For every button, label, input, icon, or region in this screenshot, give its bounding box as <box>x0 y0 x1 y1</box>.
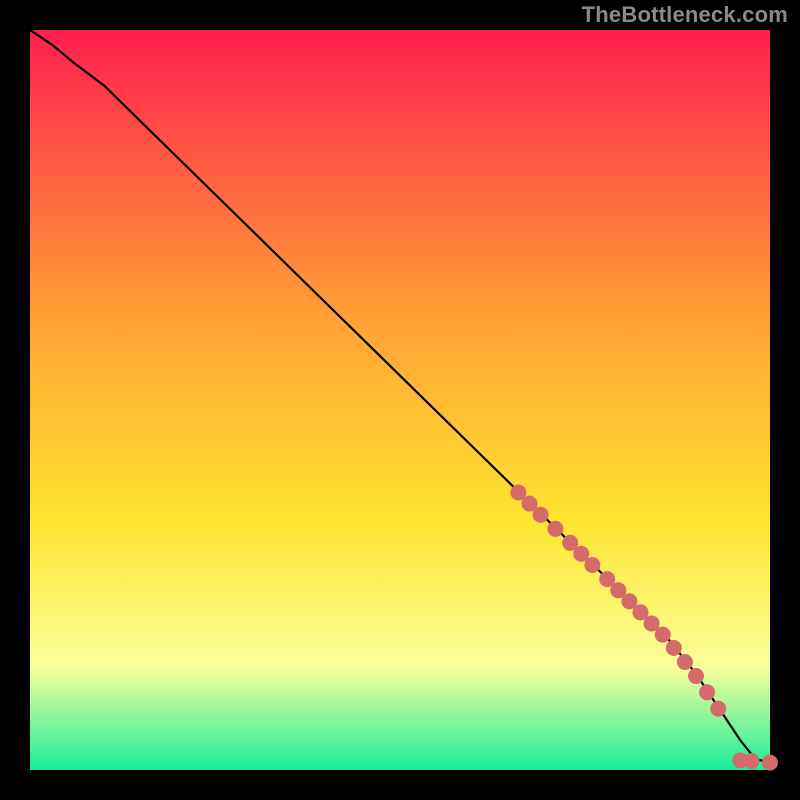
data-marker <box>611 583 626 598</box>
watermark-text: TheBottleneck.com <box>582 2 788 28</box>
data-marker <box>533 507 548 522</box>
data-marker <box>666 640 681 655</box>
data-marker <box>563 535 578 550</box>
data-marker <box>585 558 600 573</box>
data-marker <box>644 616 659 631</box>
data-marker <box>689 669 704 684</box>
plot-background <box>30 30 770 770</box>
data-marker <box>711 701 726 716</box>
data-marker <box>677 655 692 670</box>
data-marker <box>522 496 537 511</box>
data-marker <box>622 594 637 609</box>
data-marker <box>700 685 715 700</box>
data-marker <box>763 755 778 770</box>
chart-svg <box>0 0 800 800</box>
chart-frame: { "watermark": "TheBottleneck.com", "col… <box>0 0 800 800</box>
data-marker <box>600 572 615 587</box>
data-marker <box>574 546 589 561</box>
data-marker <box>655 627 670 642</box>
data-marker <box>548 521 563 536</box>
data-marker <box>633 605 648 620</box>
data-marker <box>511 485 526 500</box>
data-marker <box>744 754 759 769</box>
